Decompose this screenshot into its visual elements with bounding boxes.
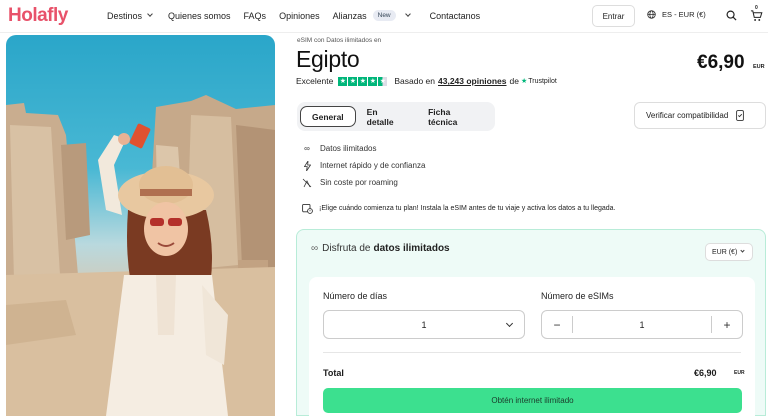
- new-badge: New: [372, 10, 396, 21]
- tip-text: ¡Elige cuándo comienza tu plan! Instala …: [319, 205, 616, 212]
- activation-tip: ¡Elige cuándo comienza tu plan! Instala …: [302, 203, 616, 214]
- feature-item: ∞ Datos ilimitados: [302, 140, 425, 157]
- holafly-logo[interactable]: Holafly: [8, 5, 68, 27]
- days-select[interactable]: 1: [323, 310, 525, 339]
- total-value: €6,90: [694, 368, 717, 378]
- infinity-icon: ∞: [304, 144, 310, 153]
- esims-stepper: − 1 +: [541, 310, 743, 339]
- trustpilot-star-icon: ★: [520, 78, 528, 85]
- nav-opiniones[interactable]: Opiniones: [279, 10, 320, 21]
- language-currency-selector[interactable]: ES - EUR (€): [647, 10, 706, 19]
- plan-heading: ∞ Disfruta de datos ilimitados: [311, 243, 450, 254]
- nav-destinos[interactable]: Destinos: [107, 10, 153, 21]
- lightning-icon: [302, 160, 312, 171]
- trustpilot-logo: ★ Trustpilot: [520, 77, 557, 86]
- tab-general[interactable]: General: [300, 106, 356, 127]
- search-icon[interactable]: [726, 10, 737, 21]
- rating-based-on: Basado en: [394, 76, 435, 86]
- star-icon: ★: [368, 76, 378, 86]
- increment-button[interactable]: +: [712, 311, 742, 338]
- chevron-down-icon: [740, 248, 745, 253]
- infinity-icon: ∞: [311, 243, 319, 254]
- rating-source-prefix: de: [509, 76, 519, 86]
- plan-card: Número de días 1 Número de eSIMs − 1 + T…: [309, 277, 755, 416]
- lang-label: ES - EUR (€): [662, 10, 706, 19]
- price-currency: EUR: [753, 64, 765, 70]
- phone-check-icon: [736, 110, 745, 121]
- esims-value[interactable]: 1: [572, 316, 712, 333]
- product-kicker: eSIM con Datos ilimitados en: [297, 37, 382, 44]
- verify-compatibility-button[interactable]: Verificar compatibilidad: [634, 102, 766, 129]
- rating-label: Excelente: [296, 76, 334, 86]
- total-label: Total: [323, 368, 344, 378]
- divider: [323, 352, 741, 353]
- cart-count: 0: [755, 5, 758, 11]
- product-price: €6,90: [697, 52, 745, 73]
- rating-stars: ★ ★ ★ ★ ★: [338, 76, 388, 86]
- nav-links: Destinos Quienes somos FAQs Opiniones Al…: [107, 10, 480, 21]
- nav-quienes-somos[interactable]: Quienes somos: [168, 10, 231, 21]
- reviews-link[interactable]: 43,243 opiniones: [438, 76, 507, 86]
- feature-item: Internet rápido y de confianza: [302, 157, 425, 174]
- top-nav: Holafly Destinos Quienes somos FAQs Opin…: [0, 0, 768, 33]
- star-icon: ★: [358, 76, 368, 86]
- nav-faqs[interactable]: FAQs: [244, 10, 267, 21]
- calendar-clock-icon: [302, 203, 313, 214]
- total-currency: EUR: [734, 370, 745, 376]
- esims-label: Número de eSIMs: [541, 291, 614, 301]
- page-title: Egipto: [296, 46, 360, 72]
- chevron-down-icon: [404, 11, 411, 17]
- tab-en-detalle[interactable]: En detalle: [356, 106, 417, 127]
- globe-icon: [647, 10, 656, 19]
- days-label: Número de días: [323, 291, 388, 301]
- nav-alianzas[interactable]: Alianzas New: [333, 10, 411, 21]
- trustpilot-rating: Excelente ★ ★ ★ ★ ★ Basado en 43,243 opi…: [296, 76, 557, 86]
- plan-configurator: ∞ Disfruta de datos ilimitados EUR (€) N…: [296, 229, 766, 416]
- feature-item: Sin coste por roaming: [302, 174, 425, 191]
- get-unlimited-internet-button[interactable]: Obtén internet ilimitado: [323, 388, 742, 413]
- login-button[interactable]: Entrar: [592, 5, 635, 27]
- decrement-button[interactable]: −: [542, 311, 572, 338]
- product-tabs: General En detalle Ficha técnica: [297, 102, 495, 131]
- chevron-down-icon: [147, 11, 153, 17]
- chevron-down-icon: [505, 319, 514, 328]
- nav-contactanos[interactable]: Contactanos: [430, 10, 481, 21]
- tab-ficha-tecnica[interactable]: Ficha técnica: [417, 106, 492, 127]
- star-icon: ★: [338, 76, 348, 86]
- currency-select[interactable]: EUR (€): [705, 243, 753, 261]
- compat-label: Verificar compatibilidad: [646, 111, 729, 120]
- star-half-icon: ★: [378, 76, 388, 86]
- feature-list: ∞ Datos ilimitados Internet rápido y de …: [302, 140, 425, 191]
- star-icon: ★: [348, 76, 358, 86]
- no-roaming-icon: [302, 178, 312, 188]
- hero-image: [6, 35, 275, 416]
